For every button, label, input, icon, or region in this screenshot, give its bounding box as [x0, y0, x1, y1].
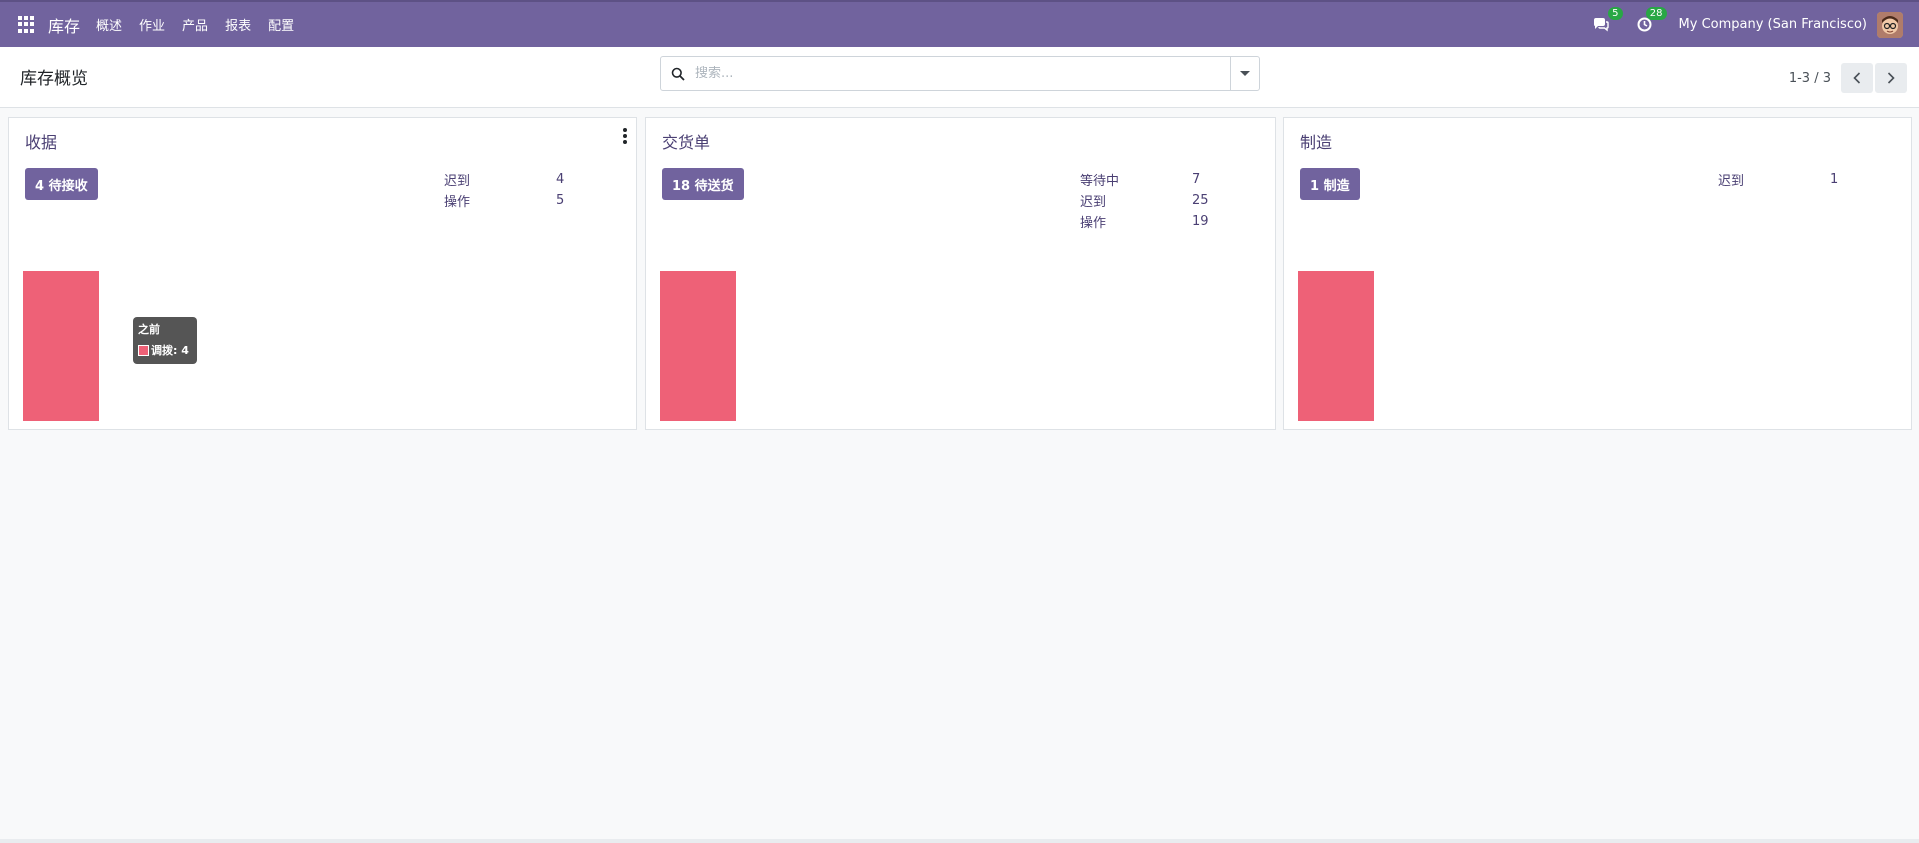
pager: 1-3 / 3 [1789, 63, 1907, 93]
search-icon [661, 67, 695, 81]
search-input[interactable] [695, 66, 1230, 81]
stat-late[interactable]: 迟到 1 [1718, 169, 1838, 190]
menu-products[interactable]: 产品 [182, 15, 208, 34]
stat-waiting[interactable]: 等待中 7 [1080, 169, 1209, 190]
pager-value[interactable]: 1-3 / 3 [1789, 71, 1831, 86]
app-brand[interactable]: 库存 [48, 13, 80, 37]
stat-operations[interactable]: 操作 5 [444, 190, 564, 211]
apps-menu-icon[interactable] [18, 15, 36, 34]
activity-clock-icon[interactable]: 28 [1635, 6, 1667, 35]
card-stats: 迟到 4 操作 5 [444, 169, 564, 211]
company-switcher[interactable]: My Company (San Francisco) [1679, 17, 1867, 32]
to-deliver-button[interactable]: 18 待送货 [662, 168, 744, 200]
pager-next-button[interactable] [1875, 63, 1907, 93]
graph-bar-before[interactable] [660, 271, 736, 421]
card-title[interactable]: 交货单 [662, 129, 710, 153]
menu-reporting[interactable]: 报表 [225, 15, 251, 34]
main-navbar: 库存 概述 作业 产品 报表 配置 5 28 My Company (San F… [0, 0, 1919, 47]
chevron-left-icon [1853, 72, 1861, 84]
menu-overview[interactable]: 概述 [96, 15, 122, 34]
stat-late[interactable]: 迟到 4 [444, 169, 564, 190]
card-stats: 迟到 1 [1718, 169, 1838, 190]
messages-badge: 5 [1608, 6, 1623, 20]
chart-tooltip: 之前 调拨: 4 [133, 317, 197, 364]
legend-swatch [138, 344, 149, 356]
to-receive-button[interactable]: 4 待接收 [25, 168, 98, 200]
activity-badge: 28 [1645, 6, 1667, 20]
kanban-card-delivery-orders: 交货单 18 待送货 等待中 7 迟到 25 操作 19 [645, 117, 1276, 430]
messages-icon[interactable]: 5 [1591, 6, 1623, 35]
page-title: 库存概览 [20, 69, 88, 89]
manufacture-button[interactable]: 1 制造 [1300, 168, 1360, 200]
caret-down-icon [1240, 71, 1250, 76]
kanban-card-manufacturing: 制造 1 制造 迟到 1 [1283, 117, 1912, 430]
card-options-icon[interactable] [622, 128, 628, 144]
card-stats: 等待中 7 迟到 25 操作 19 [1080, 169, 1209, 232]
menu-configuration[interactable]: 配置 [268, 15, 294, 34]
graph-bar-before[interactable] [1298, 271, 1374, 421]
tooltip-title: 之前 [138, 323, 160, 336]
graph-bar-before[interactable] [23, 271, 99, 421]
stat-late[interactable]: 迟到 25 [1080, 190, 1209, 211]
kanban-card-receipts: 收据 4 待接收 迟到 4 操作 5 [8, 117, 637, 430]
stat-operations[interactable]: 操作 19 [1080, 211, 1209, 232]
chevron-right-icon [1887, 72, 1895, 84]
search-options-toggle[interactable] [1230, 57, 1259, 90]
card-title[interactable]: 收据 [25, 129, 57, 153]
user-avatar[interactable] [1877, 11, 1903, 38]
pager-previous-button[interactable] [1841, 63, 1873, 93]
menu-operations[interactable]: 作业 [139, 15, 165, 34]
control-panel: 库存概览 1-3 / 3 [0, 47, 1919, 108]
card-title[interactable]: 制造 [1300, 129, 1332, 153]
horizontal-scrollbar[interactable] [0, 839, 1919, 843]
tooltip-series-value: 调拨: 4 [151, 344, 189, 357]
search-bar [660, 56, 1260, 91]
navbar-systray: 5 28 My Company (San Francisco) [1591, 2, 1919, 47]
